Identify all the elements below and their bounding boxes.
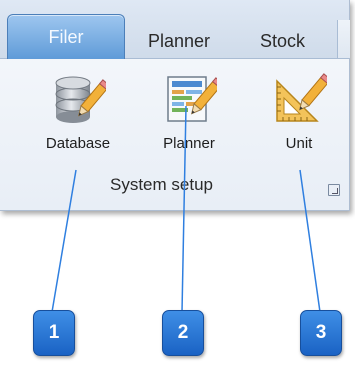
tab-filer[interactable]: Filer xyxy=(7,14,125,59)
tab-stock[interactable]: Stock xyxy=(260,26,305,56)
unit-button[interactable]: Unit xyxy=(254,65,344,173)
planner-edit-icon xyxy=(167,76,217,122)
tab-overflow xyxy=(337,20,350,58)
callout-marker-3: 3 xyxy=(300,310,342,356)
ribbon-tabstrip: Filer Planner Stock xyxy=(0,0,350,59)
planner-button[interactable]: Planner xyxy=(144,65,234,173)
unit-button-label: Unit xyxy=(285,135,313,152)
callout-marker-1: 1 xyxy=(33,310,75,356)
database-button-label: Database xyxy=(45,135,111,152)
database-button[interactable]: Database xyxy=(33,65,123,173)
unit-ruler-icon xyxy=(276,73,327,122)
database-edit-icon xyxy=(55,76,106,123)
ribbon-panel: Filer Planner Stock Database Planner Uni… xyxy=(0,0,350,211)
planner-button-label: Planner xyxy=(163,135,215,152)
callout-marker-2: 2 xyxy=(162,310,204,356)
group-label-system-setup: System setup xyxy=(110,175,213,194)
dialog-launcher-icon[interactable] xyxy=(328,184,340,196)
tab-planner[interactable]: Planner xyxy=(148,26,210,56)
